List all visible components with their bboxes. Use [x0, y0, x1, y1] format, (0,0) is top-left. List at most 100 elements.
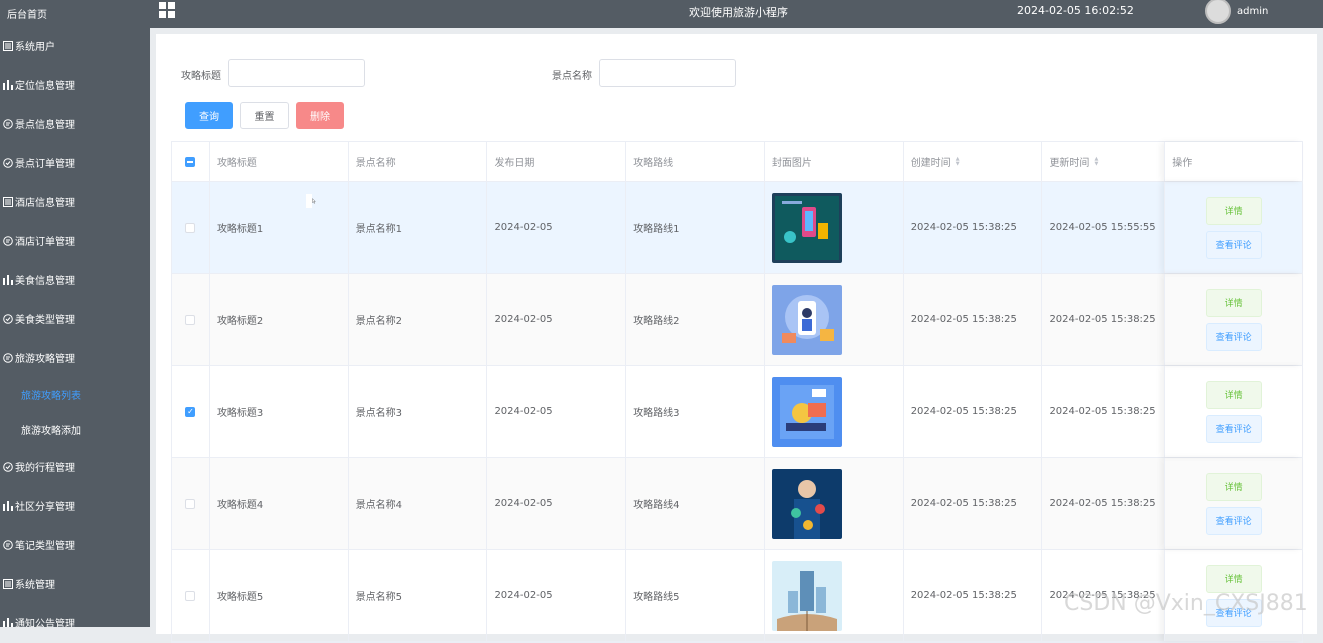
avatar[interactable]	[1205, 0, 1231, 24]
menu-toggle-icon[interactable]	[159, 2, 175, 18]
table-row[interactable]: 攻略标题1 景点名称1 2024-02-05 攻略路线1 2024-02-05 …	[172, 182, 1302, 274]
title-search-input[interactable]	[228, 59, 365, 87]
select-all-checkbox[interactable]	[185, 156, 196, 167]
detail-button[interactable]: 详情	[1205, 472, 1262, 501]
cell-title: 攻略标题2	[210, 274, 349, 365]
row-checkbox[interactable]	[185, 498, 196, 509]
sidebar-item-spot-order[interactable]: 景点订单管理	[0, 143, 150, 182]
cell-date: 2024-02-05	[487, 366, 627, 457]
sidebar-item-notice[interactable]: 通知公告管理	[0, 603, 150, 627]
sidebar-item-label: 景点订单管理	[15, 159, 75, 170]
table-row[interactable]: 攻略标题4 景点名称4 2024-02-05 攻略路线4 2024-02-05 …	[172, 458, 1302, 550]
bar-chart-icon	[2, 500, 14, 512]
detail-button[interactable]: 详情	[1205, 196, 1262, 225]
column-header-cover: 封面图片	[765, 142, 904, 181]
spot-search-input[interactable]	[599, 59, 736, 87]
sidebar-item-hotel-info[interactable]: 酒店信息管理	[0, 182, 150, 221]
sidebar-item-label: 景点信息管理	[15, 120, 75, 131]
table-row[interactable]: ✓ 攻略标题3 景点名称3 2024-02-05 攻略路线3 2024-02-0…	[172, 366, 1302, 458]
sidebar-item-label: 系统用户	[15, 42, 55, 53]
cell-route: 攻略路线5	[626, 550, 765, 641]
view-comments-button[interactable]: 查看评论	[1205, 506, 1262, 535]
sidebar-item-travel-guide[interactable]: 旅游攻略管理	[0, 338, 150, 377]
column-header-date: 发布日期	[487, 142, 627, 181]
cell-spot: 景点名称1	[349, 182, 488, 273]
view-comments-button[interactable]: 查看评论	[1205, 230, 1262, 259]
detail-button[interactable]: 详情	[1205, 288, 1262, 317]
table-row[interactable]: 攻略标题2 景点名称2 2024-02-05 攻略路线2 2024-02-05 …	[172, 274, 1302, 366]
sidebar-subitem-guide-add[interactable]: 旅游攻略添加	[0, 412, 150, 447]
cell-cover	[765, 182, 904, 273]
row-checkbox[interactable]	[185, 314, 196, 325]
cover-image[interactable]	[771, 560, 842, 631]
cell-spot: 景点名称3	[349, 366, 488, 457]
sidebar-item-system-users[interactable]: 系统用户	[0, 26, 150, 65]
cell-title: 攻略标题1	[210, 182, 349, 273]
bar-chart-icon	[2, 79, 14, 91]
sidebar-item-label: 社区分享管理	[15, 502, 75, 513]
detail-button[interactable]: 详情	[1205, 564, 1262, 593]
spot-search-label: 景点名称	[552, 71, 592, 82]
sidebar-item-hotel-order[interactable]: 酒店订单管理	[0, 221, 150, 260]
mouse-cursor-icon	[306, 194, 316, 208]
chat-icon	[2, 539, 14, 551]
cell-date: 2024-02-05	[487, 182, 627, 273]
view-comments-button[interactable]: 查看评论	[1205, 414, 1262, 443]
detail-button[interactable]: 详情	[1205, 380, 1262, 409]
sidebar-subitem-guide-list[interactable]: 旅游攻略列表	[0, 377, 150, 412]
sidebar-item-note-type[interactable]: 笔记类型管理	[0, 525, 150, 564]
chat-icon	[2, 235, 14, 247]
reset-button[interactable]: 重置	[240, 102, 289, 129]
title-search-label: 攻略标题	[181, 71, 221, 82]
cell-created: 2024-02-05 15:38:25	[904, 550, 1043, 641]
sidebar-item-community[interactable]: 社区分享管理	[0, 486, 150, 525]
row-checkbox[interactable]: ✓	[185, 406, 196, 417]
cell-route: 攻略路线2	[626, 274, 765, 365]
cell-title: 攻略标题4	[210, 458, 349, 549]
view-comments-button[interactable]: 查看评论	[1205, 322, 1262, 351]
sidebar-item-food-type[interactable]: 美食类型管理	[0, 299, 150, 338]
sidebar-item-system[interactable]: 系统管理	[0, 564, 150, 603]
row-checkbox[interactable]	[185, 222, 196, 233]
bar-chart-icon	[2, 274, 14, 286]
cell-actions: 详情 查看评论	[1164, 366, 1302, 457]
sidebar-item-location[interactable]: 定位信息管理	[0, 65, 150, 104]
sort-icon[interactable]: ▲ ▼	[956, 156, 960, 167]
cell-updated: 2024-02-05 15:38:25	[1049, 498, 1156, 509]
sidebar-item-label: 酒店订单管理	[15, 237, 75, 248]
column-header-created[interactable]: 创建时间 ▲ ▼	[904, 142, 1043, 181]
sidebar-item-label: 美食信息管理	[15, 276, 75, 287]
column-header-updated[interactable]: 更新时间 ▲ ▼	[1042, 142, 1164, 181]
cell-route: 攻略路线3	[626, 366, 765, 457]
cover-image[interactable]	[771, 468, 842, 539]
list-icon	[2, 40, 14, 52]
sidebar-item-label: 系统管理	[15, 580, 55, 591]
sidebar-item-home[interactable]: 后台首页	[0, 0, 150, 26]
cell-route: 攻略路线4	[626, 458, 765, 549]
sidebar-item-spot-info[interactable]: 景点信息管理	[0, 104, 150, 143]
sort-icon[interactable]: ▲ ▼	[1094, 156, 1098, 167]
list-icon	[2, 578, 14, 590]
row-select-cell: ✓	[172, 366, 210, 457]
row-checkbox[interactable]	[185, 590, 196, 601]
username[interactable]: admin	[1237, 6, 1268, 17]
column-header-title: 攻略标题	[210, 142, 349, 181]
guide-table: 攻略标题 景点名称 发布日期 攻略路线 封面图片 创建时间 ▲ ▼ 更新时间 ▲ ▼ 操…	[171, 141, 1303, 643]
select-all-cell	[172, 142, 210, 181]
row-select-cell	[172, 458, 210, 549]
cell-title: 攻略标题5	[210, 550, 349, 641]
cover-image[interactable]	[771, 284, 842, 355]
cell-title: 攻略标题3	[210, 366, 349, 457]
column-header-label: 创建时间	[910, 158, 951, 169]
sidebar-item-my-trips[interactable]: 我的行程管理	[0, 447, 150, 486]
sidebar-item-label: 旅游攻略管理	[15, 354, 75, 365]
list-icon	[2, 196, 14, 208]
cover-image[interactable]	[771, 192, 842, 263]
sidebar-item-label: 美食类型管理	[15, 315, 75, 326]
sidebar-item-food-info[interactable]: 美食信息管理	[0, 260, 150, 299]
sidebar-item-label: 通知公告管理	[15, 619, 75, 627]
query-button[interactable]: 查询	[185, 102, 233, 129]
cell-created: 2024-02-05 15:38:25	[904, 274, 1043, 365]
delete-button[interactable]: 删除	[296, 102, 344, 129]
cover-image[interactable]	[771, 376, 842, 447]
